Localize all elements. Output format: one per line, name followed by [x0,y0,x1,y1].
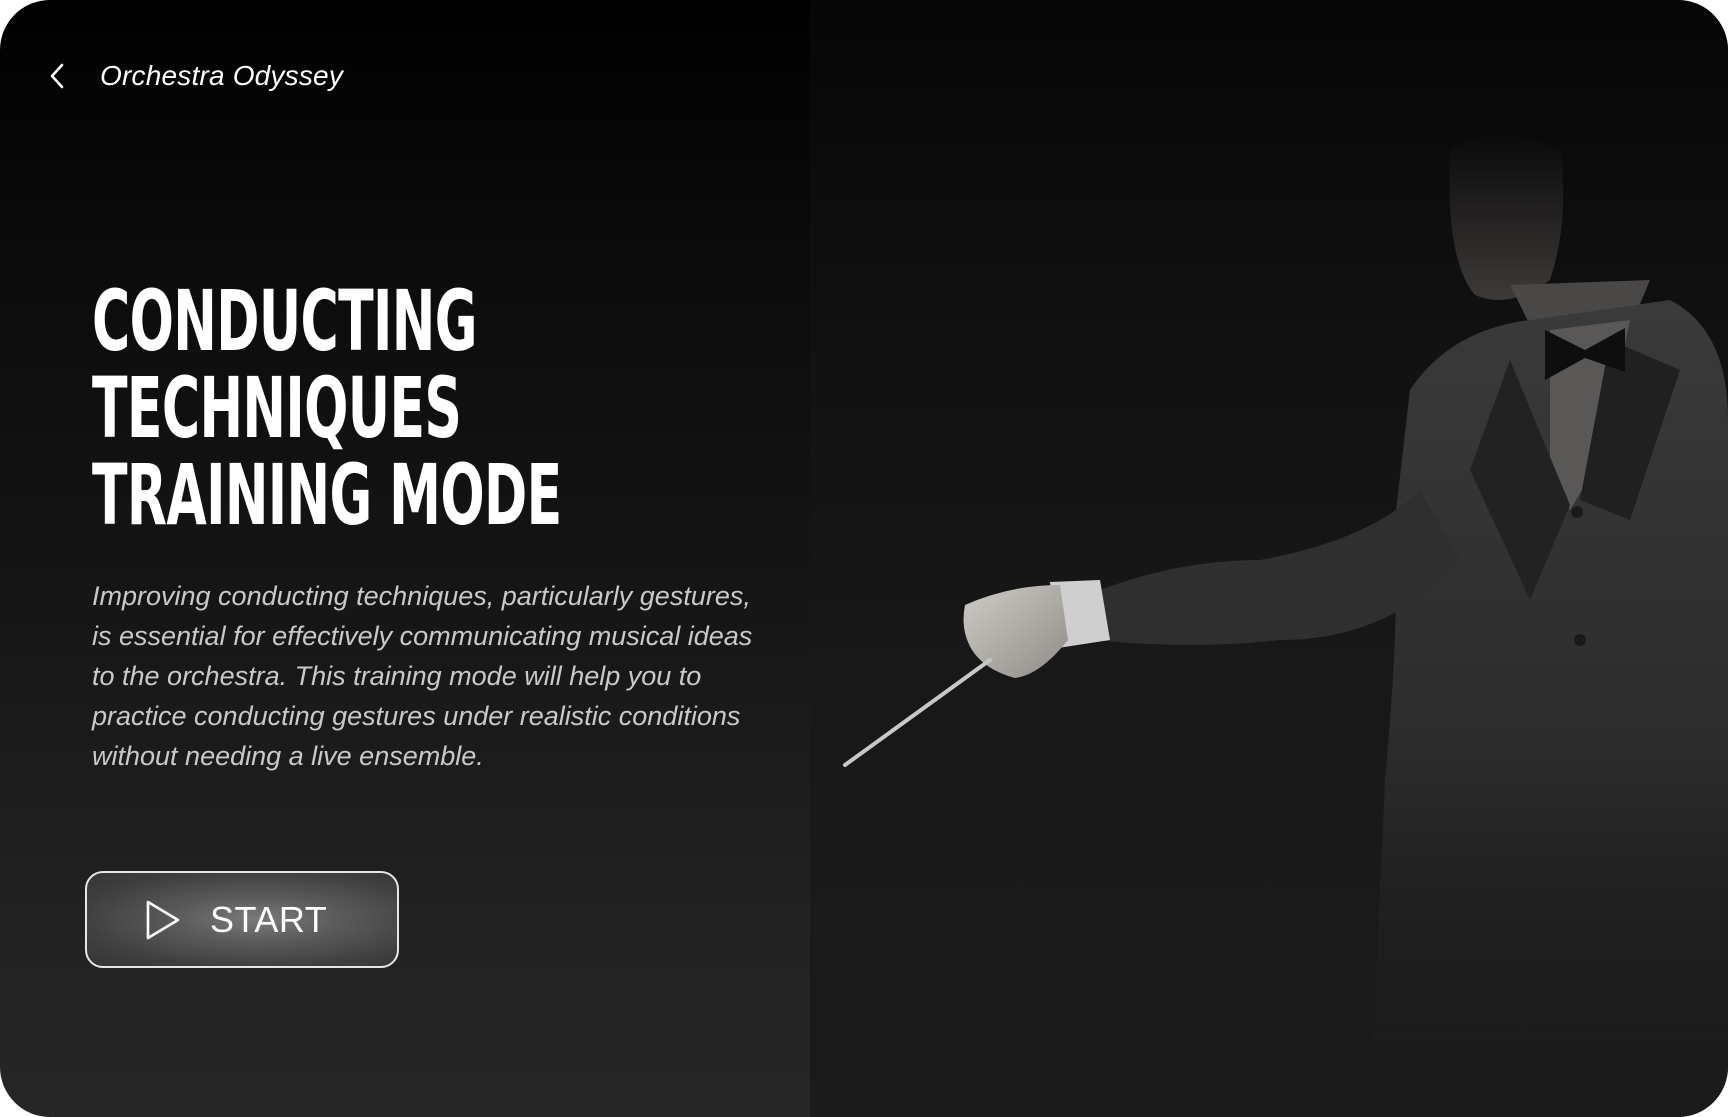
app-title: Orchestra Odyssey [100,60,344,91]
page-title: CONDUCTING TECHNIQUES TRAINING MODE [92,278,562,539]
start-button[interactable]: START [85,871,399,968]
conductor-photo [810,0,1728,1117]
app-window: Orchestra Odyssey CONDUCTING TECHNIQUES … [0,0,1728,1117]
top-bar: Orchestra Odyssey [40,52,343,100]
chevron-left-icon [50,63,64,89]
mode-description: Improving conducting techniques, particu… [92,581,753,771]
start-button-label: START [210,898,328,940]
page-title-line: CONDUCTING [92,272,477,370]
page-title-line: TRAINING MODE [92,446,562,544]
back-button[interactable] [40,58,76,94]
play-icon [144,900,182,940]
page-title-line: TECHNIQUES [92,359,462,457]
